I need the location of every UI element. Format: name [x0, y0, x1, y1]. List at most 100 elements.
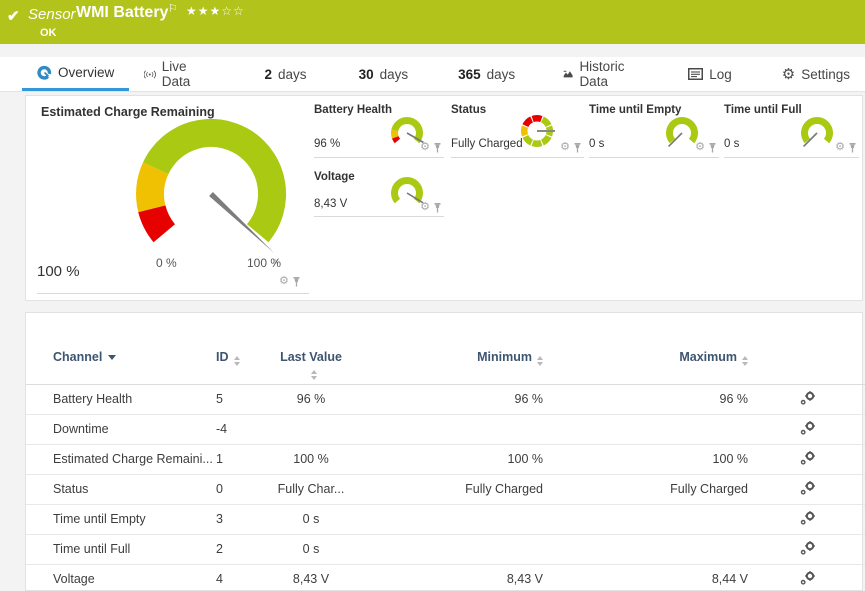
priority-stars[interactable]: ★★★☆☆	[186, 4, 245, 18]
tab-live-data[interactable]: Live Data	[129, 57, 215, 91]
table-row: Time until Full 2 0 s	[26, 534, 865, 564]
pin-icon[interactable]	[708, 143, 717, 153]
area-chart-icon	[563, 68, 573, 80]
last-value	[276, 414, 346, 444]
column-label: Channel	[53, 350, 102, 364]
tab-label: days	[278, 67, 307, 82]
sort-icon[interactable]	[311, 370, 317, 380]
status-badge: OK	[40, 27, 57, 39]
column-header-last-value[interactable]: Last Value	[276, 313, 346, 384]
gauge-cell-time-until-empty: Time until Empty 0 s ⚙	[589, 101, 719, 158]
tab-bar: Overview Live Data 2 days 30 days 365 da…	[0, 57, 865, 92]
sort-icon[interactable]	[537, 356, 543, 366]
pin-icon[interactable]	[433, 203, 442, 213]
channel-table-panel: Channel ID Last Value Minimum Maximum Ba…	[25, 312, 863, 591]
minimum-value: Fully Charged	[346, 474, 548, 504]
channel-settings-icon[interactable]	[800, 451, 816, 465]
tab-2-days[interactable]: 2 days	[250, 57, 322, 91]
tab-number: 30	[359, 67, 374, 82]
log-list-icon	[688, 68, 703, 80]
channel-settings-icon[interactable]	[800, 421, 816, 435]
channel-id: 5	[216, 384, 276, 414]
channel-settings-icon[interactable]	[800, 541, 816, 555]
minimum-value: 8,43 V	[346, 564, 548, 591]
gauge-title: Battery Health	[314, 104, 392, 116]
gauge-title: Voltage	[314, 171, 355, 183]
pin-icon[interactable]	[433, 143, 442, 153]
channel-settings-icon[interactable]	[800, 391, 816, 405]
tab-label: Overview	[58, 65, 114, 80]
minimum-value	[346, 414, 548, 444]
channel-name: Estimated Charge Remaini...	[26, 444, 216, 474]
estimated-charge-gauge[interactable]: x	[111, 106, 311, 276]
column-header-maximum[interactable]: Maximum	[548, 313, 753, 384]
maximum-value: 100 %	[548, 444, 753, 474]
channel-settings-icon[interactable]	[800, 511, 816, 525]
column-header-channel[interactable]: Channel	[26, 313, 216, 384]
channel-name: Battery Health	[26, 384, 216, 414]
gauges-panel: Estimated Charge Remaining x 0 % 100 % 1…	[25, 95, 863, 301]
column-header-minimum[interactable]: Minimum	[346, 313, 548, 384]
column-header-id[interactable]: ID	[216, 313, 276, 384]
column-header-actions	[753, 313, 865, 384]
last-value: 0 s	[276, 534, 346, 564]
chevron-down-icon	[108, 355, 116, 360]
channel-table: Channel ID Last Value Minimum Maximum Ba…	[26, 313, 865, 591]
column-label: Maximum	[679, 350, 737, 364]
channel-id: 0	[216, 474, 276, 504]
sensor-title: WMI Battery	[76, 4, 168, 22]
time-until-full-gauge[interactable]	[797, 114, 837, 150]
last-value: 8,43 V	[276, 564, 346, 591]
gear-icon[interactable]: ⚙	[420, 142, 430, 153]
tab-log[interactable]: Log	[673, 57, 747, 91]
gear-icon[interactable]: ⚙	[695, 142, 705, 153]
gauge-scale-min: 0 %	[156, 256, 177, 270]
sort-icon[interactable]	[742, 356, 748, 366]
gauge-value: 0 s	[589, 138, 604, 150]
table-header-row: Channel ID Last Value Minimum Maximum	[26, 313, 865, 384]
channel-settings-icon[interactable]	[800, 481, 816, 495]
gear-icon[interactable]: ⚙	[279, 276, 289, 287]
gauge-cell-voltage: Voltage 8,43 V ⚙	[314, 168, 444, 217]
channel-id: 1	[216, 444, 276, 474]
table-row: Status 0 Fully Char... Fully Charged Ful…	[26, 474, 865, 504]
tab-settings[interactable]: ⚙ Settings	[767, 57, 865, 91]
last-value: 100 %	[276, 444, 346, 474]
gear-icon[interactable]: ⚙	[835, 142, 845, 153]
tab-historic-data[interactable]: Historic Data	[548, 57, 647, 91]
gauge-title: Time until Full	[724, 104, 802, 116]
gauge-actions: ⚙	[835, 142, 857, 153]
sensor-kind-label: Sensor	[28, 6, 76, 23]
last-value: 0 s	[276, 504, 346, 534]
channel-id: 2	[216, 534, 276, 564]
gauge-cell-status: Status Fully Charged ⚙	[451, 101, 584, 158]
gauge-actions: ⚙	[420, 202, 442, 213]
gauge-value: Fully Charged	[451, 138, 523, 150]
gauge-title: Status	[451, 104, 486, 116]
broadcast-icon	[144, 68, 156, 81]
gauge-icon	[37, 65, 52, 80]
sort-icon[interactable]	[234, 356, 240, 366]
channel-name: Voltage	[26, 564, 216, 591]
tab-label: Historic Data	[579, 59, 632, 89]
channel-name: Status	[26, 474, 216, 504]
tab-label: Log	[709, 67, 732, 82]
stars-empty: ☆☆	[221, 4, 245, 18]
tab-overview[interactable]: Overview	[22, 57, 129, 91]
column-label: Minimum	[477, 350, 532, 364]
tab-30-days[interactable]: 30 days	[344, 57, 424, 91]
minimum-value	[346, 534, 548, 564]
gauge-actions: ⚙	[279, 276, 301, 287]
gear-icon[interactable]: ⚙	[560, 142, 570, 153]
pin-icon[interactable]	[573, 143, 582, 153]
tab-label: Settings	[801, 67, 850, 82]
pin-icon[interactable]	[292, 277, 301, 287]
ok-check-icon: ✔	[7, 7, 20, 25]
last-value: Fully Char...	[276, 474, 346, 504]
table-row: Voltage 4 8,43 V 8,43 V 8,44 V	[26, 564, 865, 591]
channel-settings-icon[interactable]	[800, 571, 816, 585]
tab-365-days[interactable]: 365 days	[443, 57, 530, 91]
tab-label: days	[380, 67, 409, 82]
gear-icon[interactable]: ⚙	[420, 202, 430, 213]
pin-icon[interactable]	[848, 143, 857, 153]
